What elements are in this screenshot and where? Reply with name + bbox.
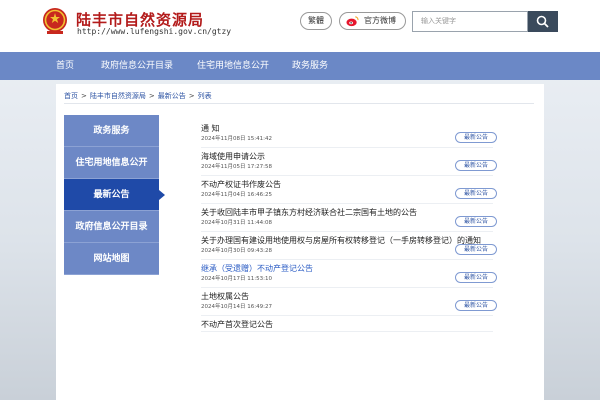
breadcrumb-divider	[64, 103, 534, 104]
announcement-list: 通 知 2024年11月08日 15:41:42 最新公告 海域使用申请公示 2…	[201, 120, 497, 332]
national-emblem-icon	[43, 8, 67, 34]
breadcrumb-bureau[interactable]: 陆丰市自然资源局	[90, 92, 146, 100]
main-nav: 首页 政府信息公开目录 住宅用地信息公开 政务服务	[0, 52, 600, 80]
breadcrumb: 首页 > 陆丰市自然资源局 > 最新公告 > 列表	[64, 91, 212, 101]
category-badge[interactable]: 最新公告	[455, 132, 497, 143]
weibo-icon	[346, 16, 359, 27]
list-item: 通 知 2024年11月08日 15:41:42 最新公告	[201, 120, 497, 148]
announcement-title[interactable]: 关于办理国有建设用地使用权与房屋所有权转移登记（一手房转移登记）的通知	[201, 232, 493, 247]
official-weibo-button[interactable]: 官方微博	[339, 12, 406, 30]
announcement-date: 2024年11月05日 17:27:58	[201, 164, 272, 170]
announcement-date: 2024年10月14日 16:49:27	[201, 304, 272, 310]
site-url: http://www.lufengshi.gov.cn/gtzy	[77, 27, 232, 36]
announcement-title[interactable]: 不动产首次登记公告	[201, 316, 493, 331]
site-header: 陆丰市自然资源局 http://www.lufengshi.gov.cn/gtz…	[0, 0, 600, 52]
list-item: 关于办理国有建设用地使用权与房屋所有权转移登记（一手房转移登记）的通知 2024…	[201, 232, 497, 260]
sidebar-item-latest-announcements[interactable]: 最新公告	[64, 179, 165, 211]
announcement-title[interactable]: 继承（受遗赠）不动产登记公告	[201, 260, 493, 275]
list-item: 土地权属公告 2024年10月14日 16:49:27 最新公告	[201, 288, 497, 316]
sidebar-item-gov-services[interactable]: 政务服务	[64, 115, 159, 147]
list-item: 继承（受遗赠）不动产登记公告 2024年10月17日 11:53:10 最新公告	[201, 260, 497, 288]
category-badge[interactable]: 最新公告	[455, 272, 497, 283]
sidebar-item-gov-info[interactable]: 政府信息公开目录	[64, 211, 159, 243]
list-item: 海域使用申请公示 2024年11月05日 17:27:58 最新公告	[201, 148, 497, 176]
category-badge[interactable]: 最新公告	[455, 300, 497, 311]
breadcrumb-announcements[interactable]: 最新公告	[158, 92, 186, 100]
breadcrumb-separator: >	[148, 92, 155, 100]
announcement-date: 2024年10月17日 11:53:10	[201, 276, 272, 282]
announcement-title[interactable]: 土地权属公告	[201, 288, 493, 303]
announcement-date: 2024年10月31日 11:44:08	[201, 220, 272, 226]
sidebar: 政务服务 住宅用地信息公开 最新公告 政府信息公开目录 网站地图	[64, 115, 165, 275]
search-button[interactable]	[528, 11, 558, 32]
weibo-label: 官方微博	[364, 16, 396, 25]
nav-item-gov-info[interactable]: 政府信息公开目录	[101, 52, 173, 80]
category-badge[interactable]: 最新公告	[455, 244, 497, 255]
announcement-date: 2024年11月04日 16:46:25	[201, 192, 272, 198]
search-icon	[536, 15, 549, 28]
announcement-title[interactable]: 不动产权证书作废公告	[201, 176, 493, 191]
category-badge[interactable]: 最新公告	[455, 160, 497, 171]
list-item: 不动产权证书作废公告 2024年11月04日 16:46:25 最新公告	[201, 176, 497, 204]
announcement-title[interactable]: 海域使用申请公示	[201, 148, 493, 163]
category-badge[interactable]: 最新公告	[455, 216, 497, 227]
sidebar-item-sitemap[interactable]: 网站地图	[64, 243, 159, 275]
breadcrumb-list[interactable]: 列表	[198, 92, 212, 100]
search-input[interactable]: 输入关键字	[412, 11, 528, 32]
list-item: 关于收回陆丰市甲子镇东方村经济联合社二宗国有土地的公告 2024年10月31日 …	[201, 204, 497, 232]
nav-item-gov-services[interactable]: 政务服务	[292, 52, 328, 80]
announcement-date: 2024年10月30日 09:43:28	[201, 248, 272, 254]
category-badge[interactable]: 最新公告	[455, 188, 497, 199]
traditional-chinese-button[interactable]: 繁體	[300, 12, 332, 30]
nav-item-residential-land[interactable]: 住宅用地信息公开	[197, 52, 269, 80]
breadcrumb-separator: >	[81, 92, 87, 100]
nav-item-home[interactable]: 首页	[56, 52, 74, 80]
sidebar-item-residential-land[interactable]: 住宅用地信息公开	[64, 147, 159, 179]
breadcrumb-separator: >	[188, 92, 195, 100]
content-card: 首页 > 陆丰市自然资源局 > 最新公告 > 列表 政务服务 住宅用地信息公开 最新公告 政…	[56, 84, 544, 400]
breadcrumb-home[interactable]: 首页	[64, 92, 78, 100]
announcement-date: 2024年11月08日 15:41:42	[201, 136, 272, 142]
announcement-title[interactable]: 关于收回陆丰市甲子镇东方村经济联合社二宗国有土地的公告	[201, 204, 493, 219]
list-item: 不动产首次登记公告	[201, 316, 493, 332]
announcement-title[interactable]: 通 知	[201, 120, 493, 135]
